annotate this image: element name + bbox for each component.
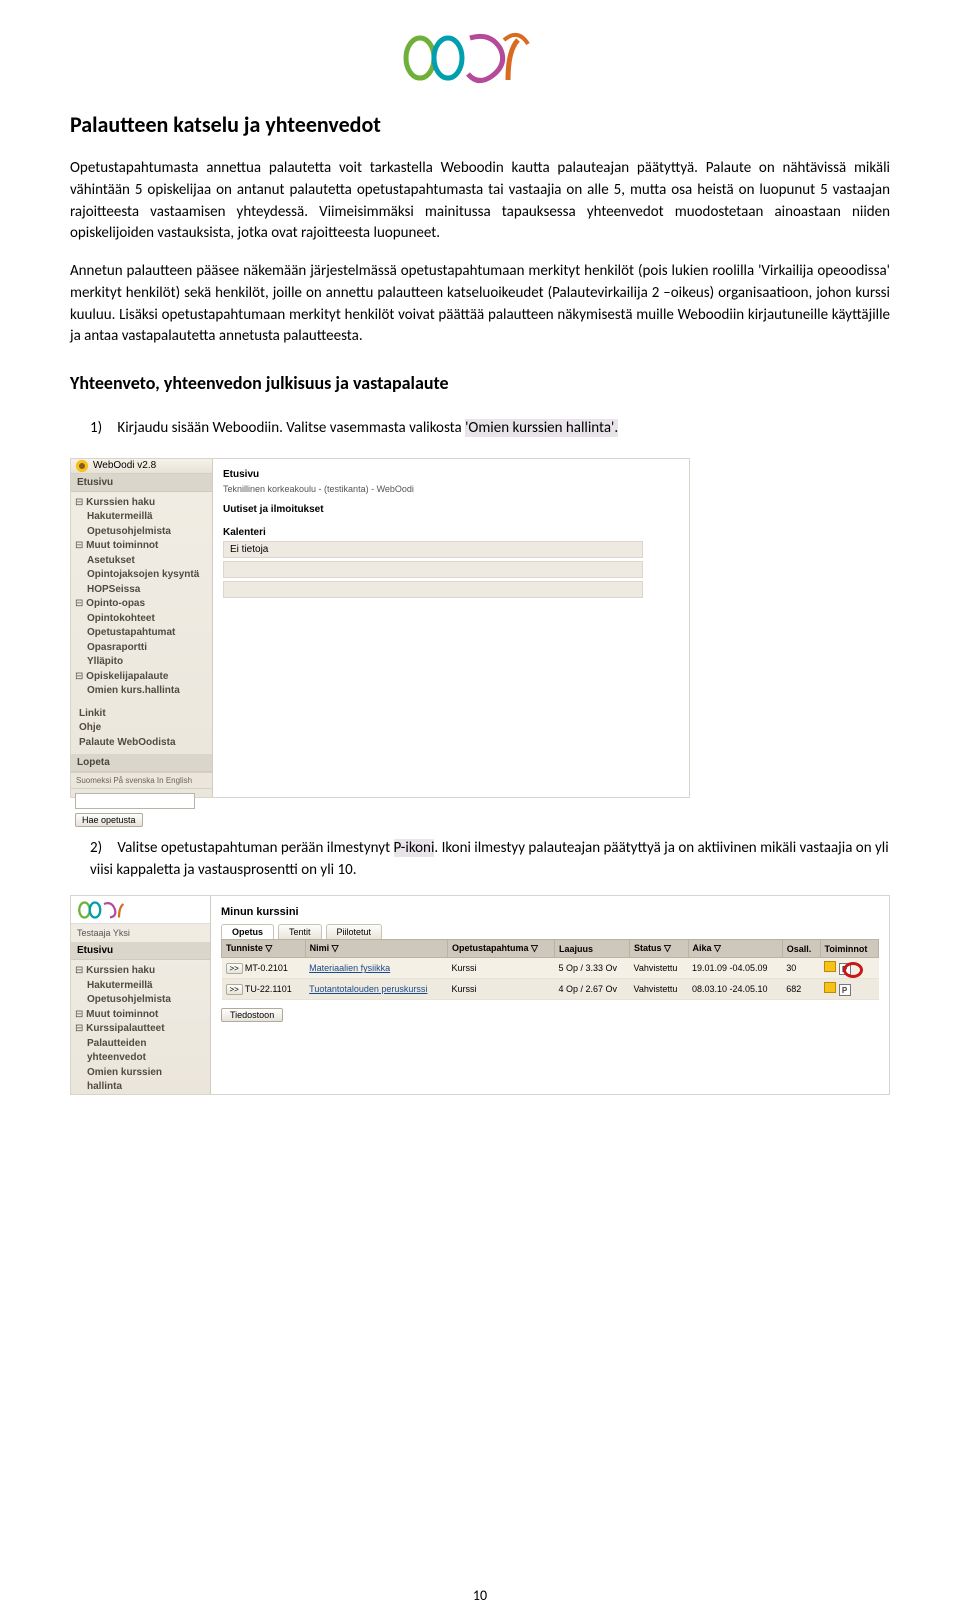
logo	[70, 30, 890, 91]
tab-piilotetut[interactable]: Piilotetut	[326, 924, 383, 939]
sidebar-opintokohteet[interactable]: Opintokohteet	[87, 613, 155, 624]
sidebar-ohje[interactable]: Ohje	[79, 722, 101, 733]
step-1: 1) Kirjaudu sisään Weboodiin. Valitse va…	[90, 418, 890, 440]
sidebar-asetukset[interactable]: Asetukset	[87, 555, 135, 566]
sidebar-opinto-opas[interactable]: Opinto-opas	[86, 598, 145, 609]
sidebar-opiskelijapalaute[interactable]: Opiskelijapalaute	[86, 671, 168, 682]
uutiset-title: Uutiset ja ilmoitukset	[223, 504, 679, 515]
page-heading: Palautteen katselu ja yhteenvedot	[70, 111, 890, 138]
sunflower-icon	[75, 459, 89, 473]
sidebar-linkit[interactable]: Linkit	[79, 708, 106, 719]
sidebar-section-lopeta[interactable]: Lopeta	[71, 754, 212, 772]
sidebar-section-etusivu-2[interactable]: Etusivu	[71, 942, 210, 960]
sidebar-opintojaksojen[interactable]: Opintojaksojen kysyntä	[87, 569, 199, 580]
sidebar-kurssien-haku-2[interactable]: Kurssien haku	[86, 965, 155, 976]
highlight-p-ikoni: P-ikoni	[394, 839, 435, 857]
paragraph-1: Opetustapahtumasta annettua palautetta v…	[70, 158, 890, 245]
subheading: Yhteenveto, yhteenvedon julkisuus ja vas…	[70, 372, 890, 394]
calendar-icon[interactable]	[824, 961, 836, 972]
sidebar-opetusohjelmista[interactable]: Opetusohjelmista	[87, 526, 171, 537]
calendar-icon[interactable]	[824, 982, 836, 993]
sidebar-yllapito[interactable]: Ylläpito	[87, 656, 123, 667]
sidebar-omien-kurssien-2[interactable]: Omien kurssien	[87, 1067, 162, 1078]
step-2: 2) Valitse opetustapahtuman perään ilmes…	[90, 838, 890, 882]
screenshot-2: Testaaja Yksi Etusivu ⊟ Kurssien haku Ha…	[70, 895, 890, 1095]
course-link[interactable]: Materiaalien fysiikka	[309, 963, 390, 973]
courses-table: Tunniste ▽ Nimi ▽ Opetustapahtuma ▽ Laaj…	[221, 939, 879, 1000]
sidebar-omien-kurs-hallinta[interactable]: Omien kurs.hallinta	[87, 685, 180, 696]
oodi-logo-small	[71, 896, 210, 924]
breadcrumb: Etusivu	[223, 469, 679, 480]
language-bar[interactable]: Suomeksi På svenska In English	[71, 772, 212, 788]
p-icon[interactable]: P	[839, 984, 851, 996]
page-number: 10	[0, 1587, 960, 1604]
screenshot-1: WebOodi v2.8 Etusivu ⊟ Kurssien haku Hak…	[70, 458, 890, 798]
tiedostoon-button[interactable]: Tiedostoon	[221, 1008, 283, 1022]
sidebar-palaute[interactable]: Palaute WebOodista	[79, 737, 176, 748]
kalenteri-title: Kalenteri	[223, 527, 679, 538]
sidebar-opetustapahtumat[interactable]: Opetustapahtumat	[87, 627, 175, 638]
tab-tentit[interactable]: Tentit	[278, 924, 322, 939]
highlight-omien-kurssien: 'Omien kurssien hallinta'.	[465, 419, 618, 437]
table-row: >>TU-22.1101 Tuotantotalouden peruskurss…	[222, 979, 879, 1000]
kalenteri-row: Ei tietoja	[223, 541, 643, 558]
sidebar-muut-toiminnot[interactable]: Muut toiminnot	[86, 540, 158, 551]
sidebar-section-etusivu[interactable]: Etusivu	[71, 474, 212, 492]
username: Testaaja Yksi	[71, 924, 210, 942]
sidebar-kurssipalautteet[interactable]: Kurssipalautteet	[86, 1023, 164, 1034]
sidebar-hakutermeilla[interactable]: Hakutermeillä	[87, 511, 153, 522]
sidebar-kurssien-haku[interactable]: Kurssien haku	[86, 497, 155, 508]
course-link[interactable]: Tuotantotalouden peruskurssi	[309, 984, 427, 994]
page-title: Minun kurssini	[221, 906, 879, 918]
search-input[interactable]	[75, 793, 195, 809]
table-row: >>MT-0.2101 Materiaalien fysiikka Kurssi…	[222, 958, 879, 979]
search-button[interactable]: Hae opetusta	[75, 813, 143, 827]
sidebar-opasraportti[interactable]: Opasraportti	[87, 642, 147, 653]
paragraph-2: Annetun palautteen pääsee näkemään järje…	[70, 261, 890, 348]
tab-opetus[interactable]: Opetus	[221, 924, 274, 939]
